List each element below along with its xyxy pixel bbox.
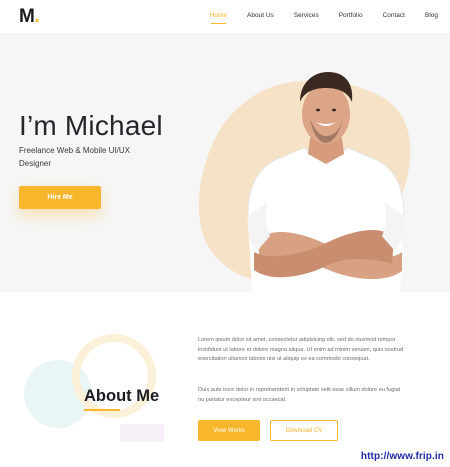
nav-blog[interactable]: Blog (425, 12, 438, 19)
site-header: M. Home About Us Services Portfolio Cont… (0, 0, 450, 33)
watermark-text: http://www.frip.in (360, 451, 444, 462)
nav-services[interactable]: Services (294, 12, 319, 19)
logo-dot: . (34, 6, 40, 27)
about-title-underline (84, 409, 120, 411)
hero-section: I’m Michael Freelance Web & Mobile UI/UX… (0, 33, 450, 292)
view-works-button[interactable]: View Works (198, 420, 260, 441)
logo-letter: M (19, 6, 35, 27)
logo[interactable]: M. (19, 6, 40, 28)
hero-subtitle: Freelance Web & Mobile UI/UX Designer (19, 146, 131, 168)
nav-contact[interactable]: Contact (383, 12, 405, 19)
download-cv-button[interactable]: Download CV (270, 420, 338, 441)
about-section: About Me Lorem ipsum dolor sit amet, con… (0, 292, 450, 467)
hero-title: I’m Michael (19, 110, 163, 141)
about-paragraph-2: Duis aute irure dolor in reprehenderit i… (198, 387, 401, 403)
main-nav: Home About Us Services Portfolio Contact… (190, 12, 438, 24)
about-paragraph-1: Lorem ipsum dolor sit amet, consectetur … (198, 337, 404, 362)
about-title: About Me (84, 387, 160, 405)
hire-me-button[interactable]: Hire Me (19, 186, 101, 209)
nav-portfolio[interactable]: Portfolio (339, 12, 363, 19)
nav-about-us[interactable]: About Us (247, 12, 274, 19)
portrait-photo (247, 72, 405, 292)
nav-home[interactable]: Home (210, 12, 227, 24)
